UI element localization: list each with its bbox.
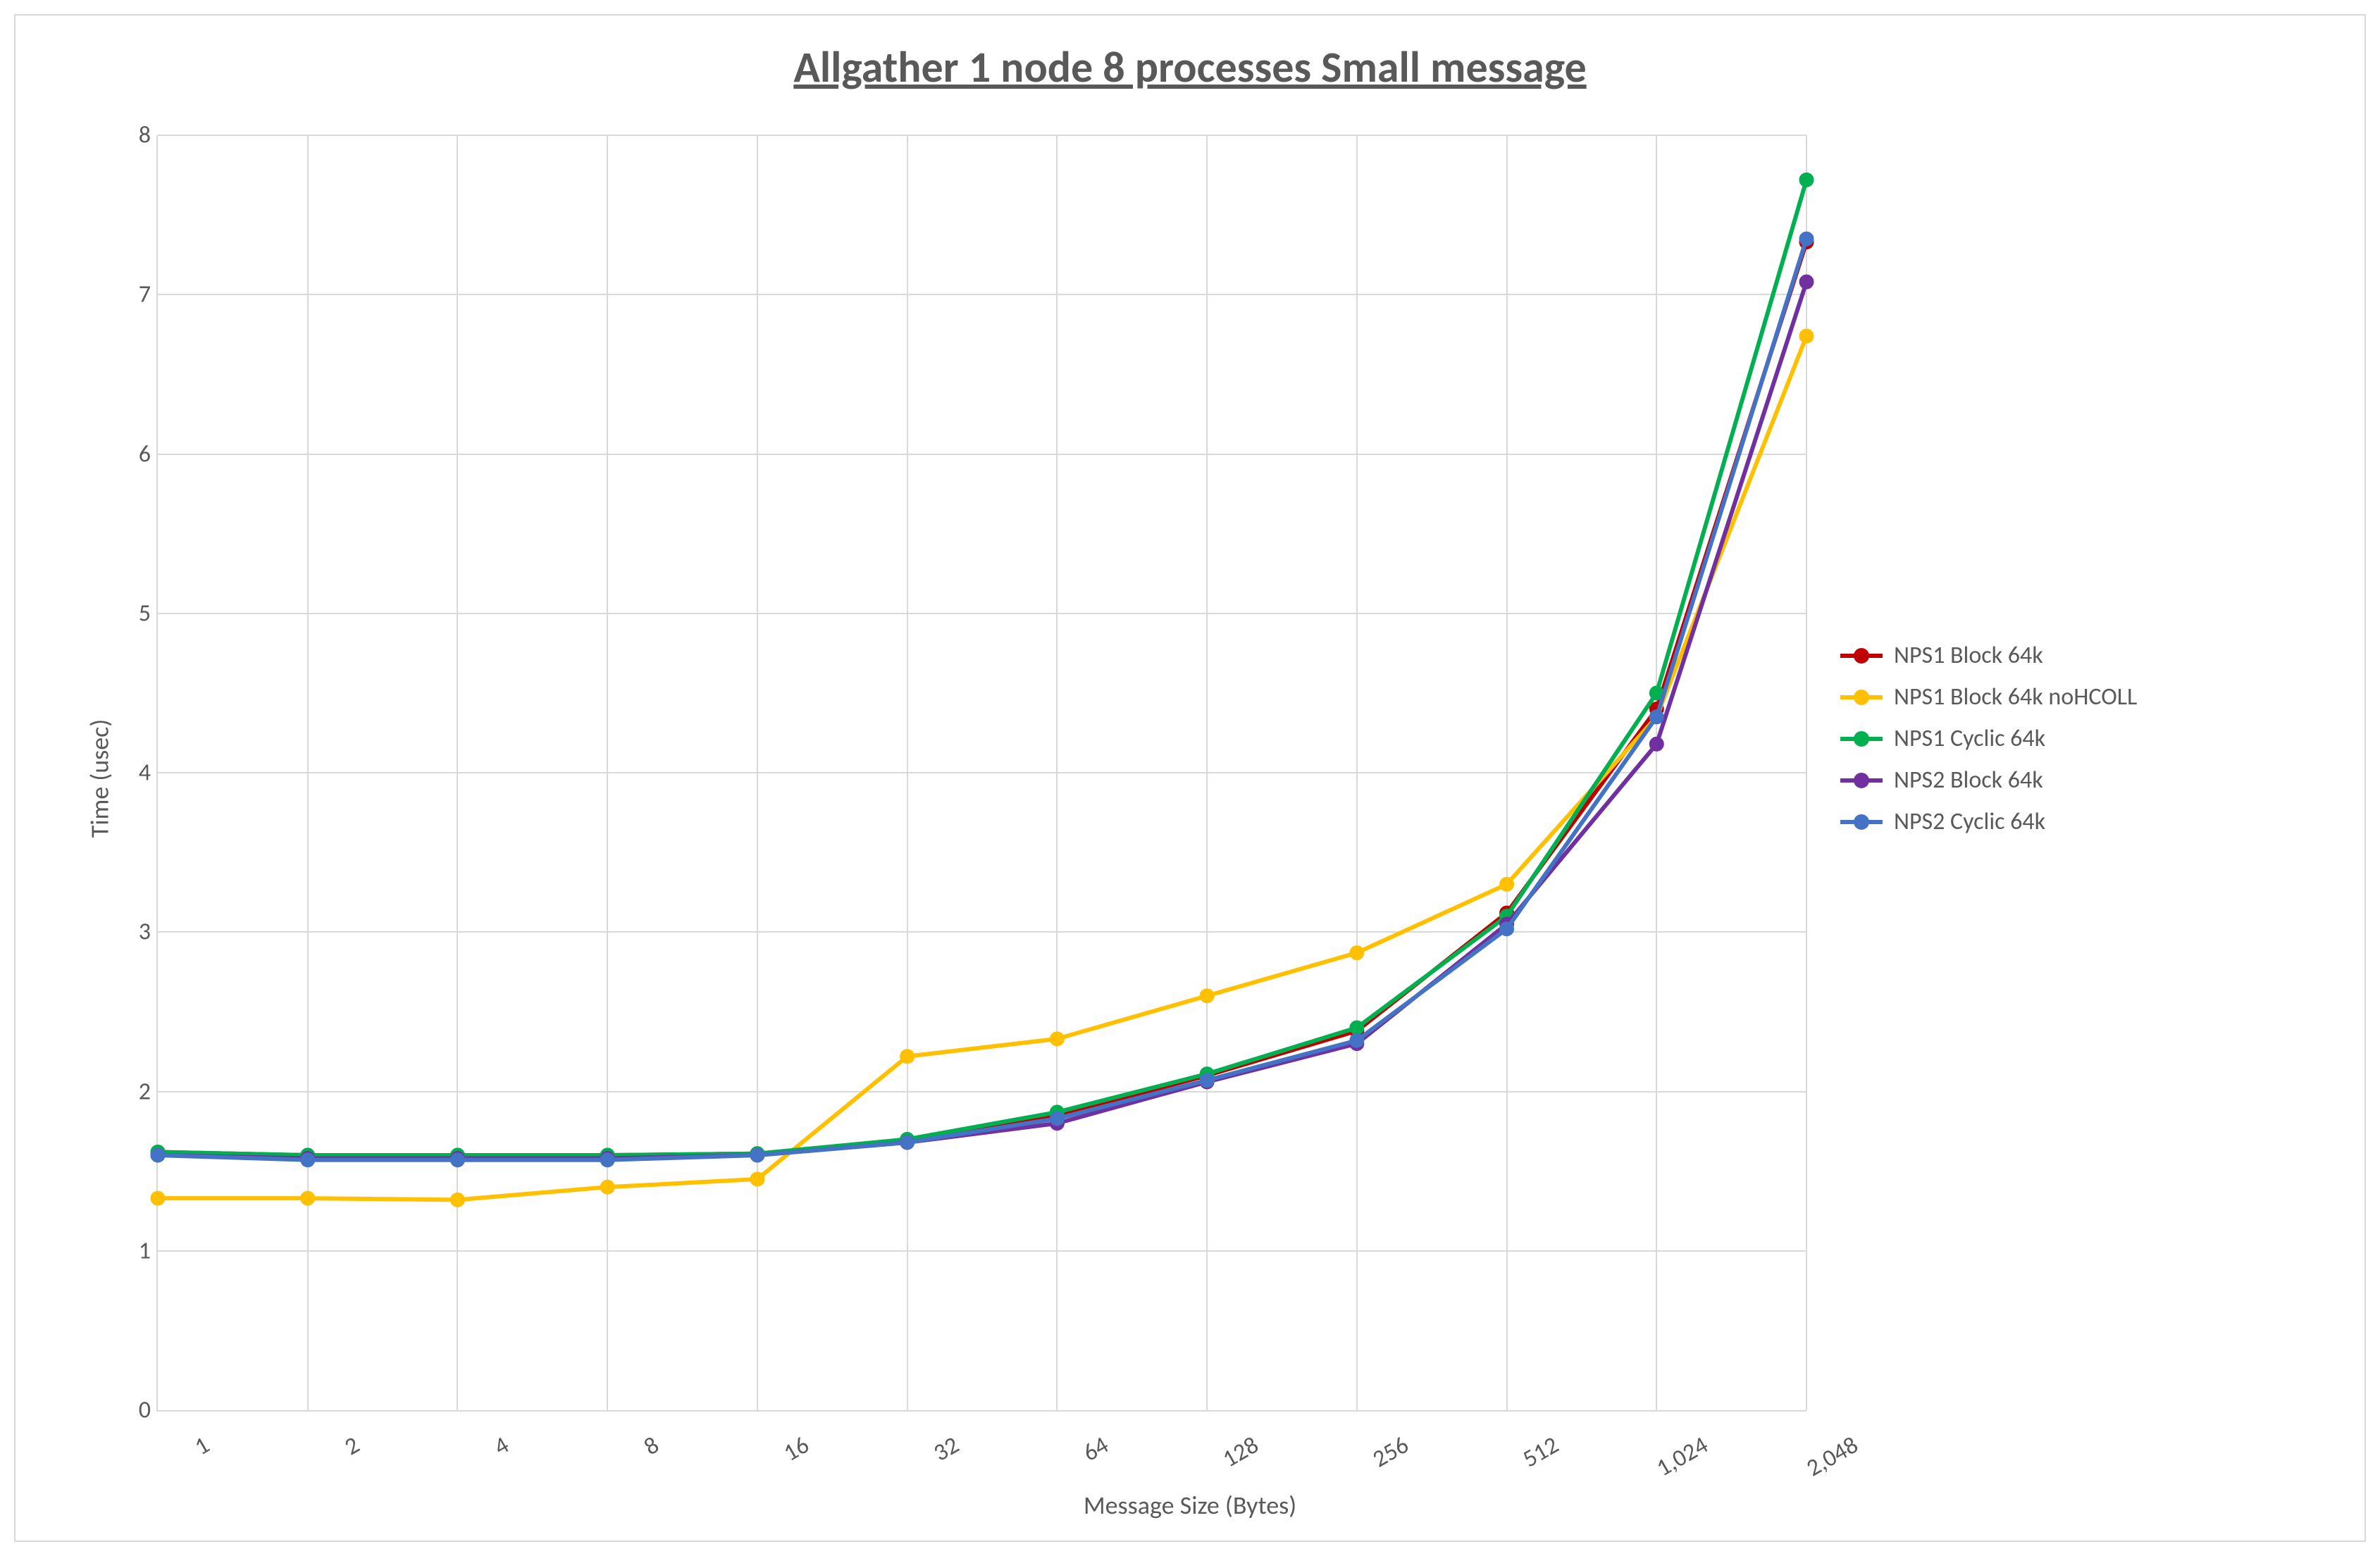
legend-swatch: [1840, 695, 1883, 699]
legend-label: NPS2 Block 64k: [1894, 766, 2043, 795]
series-marker: [600, 1180, 614, 1194]
legend-item: NPS2 Block 64k: [1840, 766, 2137, 795]
series-marker: [1500, 922, 1514, 936]
series-line: [158, 180, 1806, 1155]
series-marker: [1350, 1021, 1364, 1035]
series-line: [158, 239, 1806, 1160]
series-line: [158, 242, 1806, 1155]
series-marker: [750, 1148, 764, 1162]
legend-item: NPS1 Block 64k noHCOLL: [1840, 683, 2137, 711]
series-marker: [151, 1191, 165, 1205]
series-line: [158, 336, 1806, 1200]
x-tick-label: 1,024: [1625, 1431, 1713, 1498]
legend-swatch: [1840, 654, 1883, 658]
y-tick-label: 0: [116, 1396, 151, 1425]
x-tick-label: 32: [876, 1431, 964, 1498]
x-tick-label: 2: [277, 1431, 364, 1498]
series-marker: [1799, 329, 1814, 343]
x-tick-label: 16: [726, 1431, 814, 1498]
series-marker: [1050, 1032, 1064, 1046]
chart-frame: Allgather 1 node 8 processes Small messa…: [14, 14, 2366, 1542]
series-marker: [1649, 710, 1663, 724]
x-tick-label: 256: [1326, 1431, 1413, 1498]
y-tick-label: 4: [116, 759, 151, 788]
series-marker: [1799, 275, 1814, 289]
series-marker: [1799, 173, 1814, 187]
series-marker: [1500, 877, 1514, 891]
series-marker: [750, 1172, 764, 1186]
series-layer: [158, 135, 1806, 1410]
series-marker: [1649, 737, 1663, 751]
y-axis-label: Time (usec): [84, 718, 115, 838]
y-tick-label: 7: [116, 280, 151, 309]
y-tick-label: 5: [116, 599, 151, 628]
y-tick-label: 2: [116, 1077, 151, 1106]
legend-label: NPS1 Block 64k noHCOLL: [1894, 683, 2137, 711]
x-tick-label: 128: [1176, 1431, 1263, 1498]
y-tick-label: 6: [116, 440, 151, 468]
series-marker: [301, 1191, 315, 1205]
series-marker: [1050, 1112, 1064, 1126]
x-tick-label: 512: [1476, 1431, 1563, 1498]
x-tick-label: 1: [127, 1431, 214, 1498]
series-marker: [1200, 1073, 1214, 1088]
series-marker: [1200, 989, 1214, 1003]
x-tick-label: 8: [576, 1431, 664, 1498]
series-marker: [900, 1135, 915, 1150]
legend-item: NPS1 Cyclic 64k: [1840, 724, 2137, 753]
series-marker: [450, 1193, 464, 1207]
series-marker: [151, 1148, 165, 1162]
legend-swatch: [1840, 737, 1883, 741]
x-tick-label: 2,048: [1775, 1431, 1863, 1498]
legend-label: NPS1 Cyclic 64k: [1894, 724, 2045, 753]
series-marker: [1799, 232, 1814, 246]
legend-swatch: [1840, 820, 1883, 824]
legend-item: NPS1 Block 64k: [1840, 641, 2137, 670]
series-marker: [1350, 946, 1364, 960]
y-tick-label: 3: [116, 918, 151, 947]
series-line: [158, 282, 1806, 1158]
x-tick-label: 4: [427, 1431, 514, 1498]
x-tick-label: 64: [1026, 1431, 1113, 1498]
y-tick-label: 1: [116, 1236, 151, 1265]
series-marker: [450, 1153, 464, 1167]
legend-label: NPS1 Block 64k: [1894, 641, 2043, 670]
series-marker: [600, 1153, 614, 1167]
series-marker: [301, 1153, 315, 1167]
legend: NPS1 Block 64k NPS1 Block 64k noHCOLL NPS1…: [1840, 628, 2137, 849]
legend-label: NPS2 Cyclic 64k: [1894, 807, 2045, 836]
series-marker: [1350, 1033, 1364, 1047]
legend-item: NPS2 Cyclic 64k: [1840, 807, 2137, 836]
series-marker: [900, 1050, 915, 1064]
plot-area: 01234567812481632641282565121,0242,048: [156, 135, 1806, 1412]
legend-swatch: [1840, 778, 1883, 783]
chart-title: Allgather 1 node 8 processes Small messa…: [16, 40, 2364, 94]
y-tick-label: 8: [116, 121, 151, 150]
